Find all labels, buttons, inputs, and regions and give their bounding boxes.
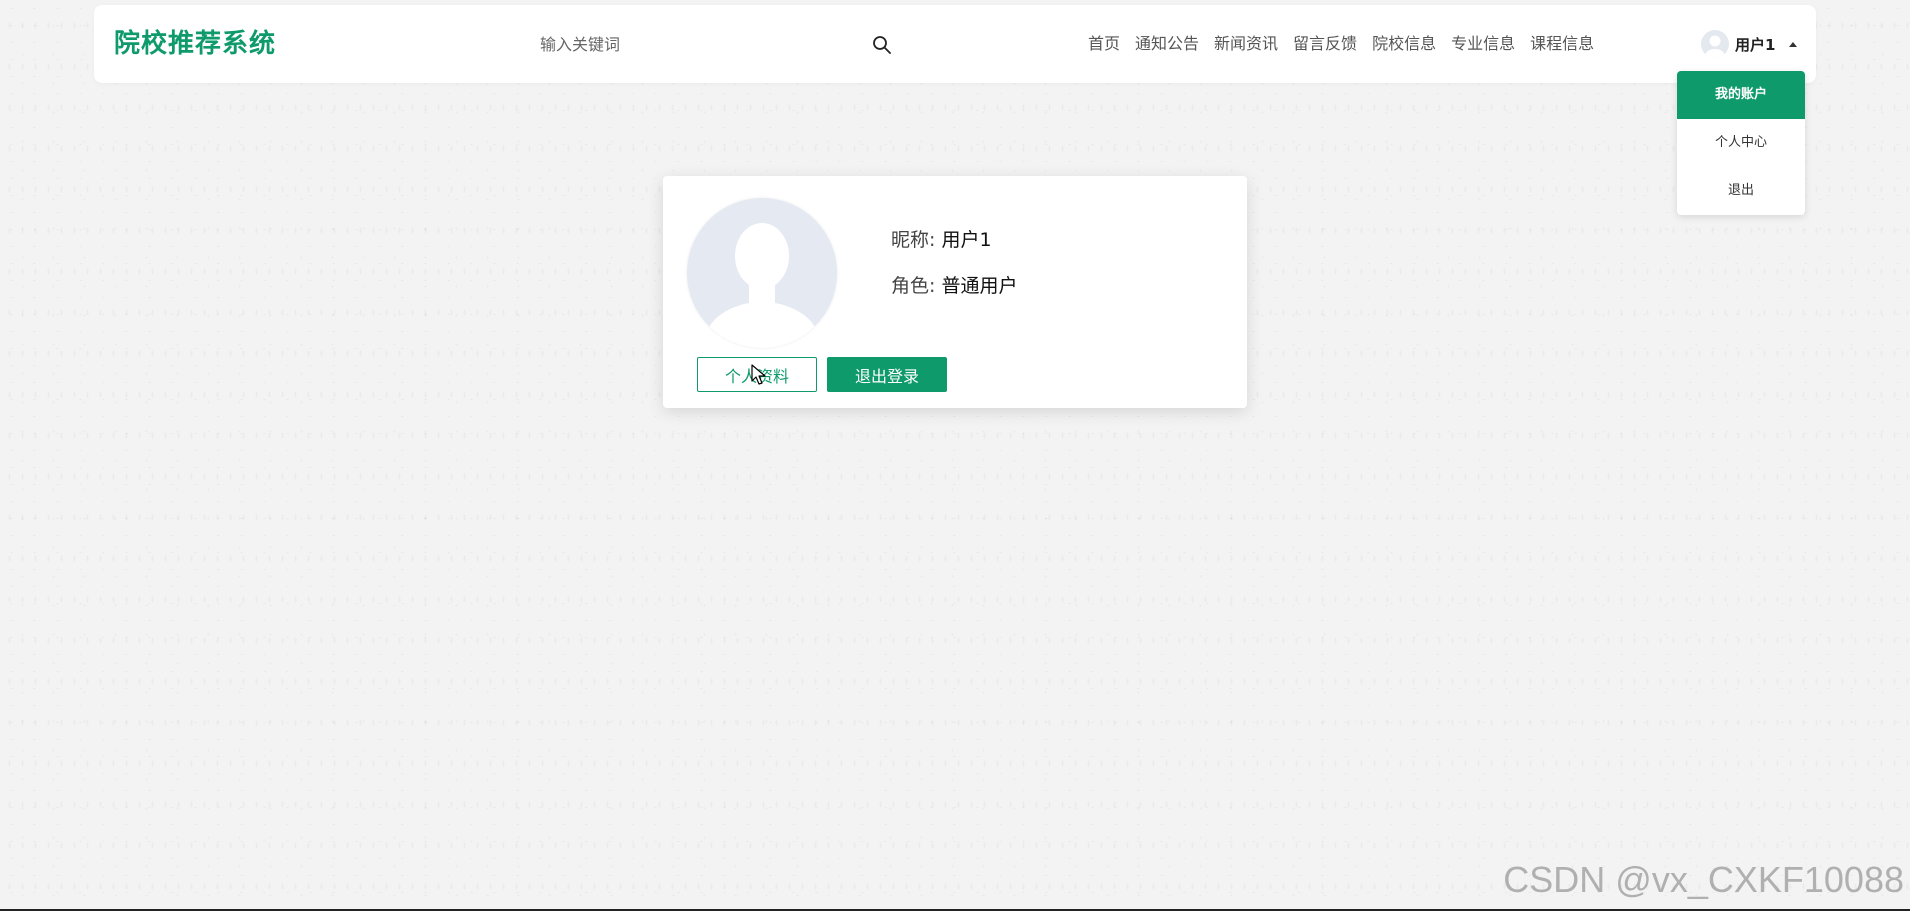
- nav-majors[interactable]: 专业信息: [1451, 34, 1515, 54]
- user-menu-toggle[interactable]: 用户1: [1701, 27, 1798, 61]
- nav-notices[interactable]: 通知公告: [1135, 34, 1199, 54]
- user-silhouette-icon: [1705, 35, 1725, 58]
- logout-button[interactable]: 退出登录: [827, 357, 947, 392]
- nav-home[interactable]: 首页: [1088, 34, 1120, 54]
- site-logo[interactable]: 院校推荐系统: [114, 29, 276, 59]
- role-row: 角色: 普通用户: [891, 274, 1017, 298]
- role-value: 普通用户: [941, 275, 1018, 297]
- main-nav: 首页 通知公告 新闻资讯 留言反馈 院校信息 专业信息 课程信息: [1088, 34, 1609, 54]
- profile-avatar: [687, 198, 837, 348]
- menu-item-personal-center[interactable]: 个人中心: [1677, 119, 1805, 167]
- watermark: CSDN @vx_CXKF10088: [1503, 859, 1904, 900]
- caret-up-icon: [1789, 41, 1798, 47]
- menu-item-my-account[interactable]: 我的账户: [1677, 71, 1805, 119]
- user-silhouette-icon: [704, 223, 820, 348]
- nav-feedback[interactable]: 留言反馈: [1293, 34, 1357, 54]
- profile-button[interactable]: 个人资料: [697, 357, 817, 392]
- nav-courses[interactable]: 课程信息: [1530, 34, 1594, 54]
- role-label: 角色:: [891, 275, 936, 297]
- user-name: 用户1: [1735, 35, 1776, 54]
- nickname-value: 用户1: [941, 229, 992, 251]
- profile-info: 昵称: 用户1 角色: 普通用户: [891, 228, 1017, 320]
- top-header: 院校推荐系统 首页 通知公告 新闻资讯 留言反馈 院校信息 专业信息 课程信息 …: [94, 5, 1816, 83]
- nickname-row: 昵称: 用户1: [891, 228, 1017, 252]
- avatar: [1701, 30, 1729, 58]
- menu-item-logout[interactable]: 退出: [1677, 167, 1805, 215]
- profile-card: 昵称: 用户1 角色: 普通用户 个人资料 退出登录: [663, 176, 1247, 408]
- nav-colleges[interactable]: 院校信息: [1372, 34, 1436, 54]
- search-bar: [534, 27, 904, 61]
- nav-news[interactable]: 新闻资讯: [1214, 34, 1278, 54]
- nickname-label: 昵称:: [891, 229, 936, 251]
- search-input[interactable]: [534, 27, 834, 61]
- user-dropdown: 我的账户 个人中心 退出: [1677, 71, 1805, 215]
- search-icon[interactable]: [872, 35, 892, 55]
- profile-actions: 个人资料 退出登录: [697, 357, 957, 392]
